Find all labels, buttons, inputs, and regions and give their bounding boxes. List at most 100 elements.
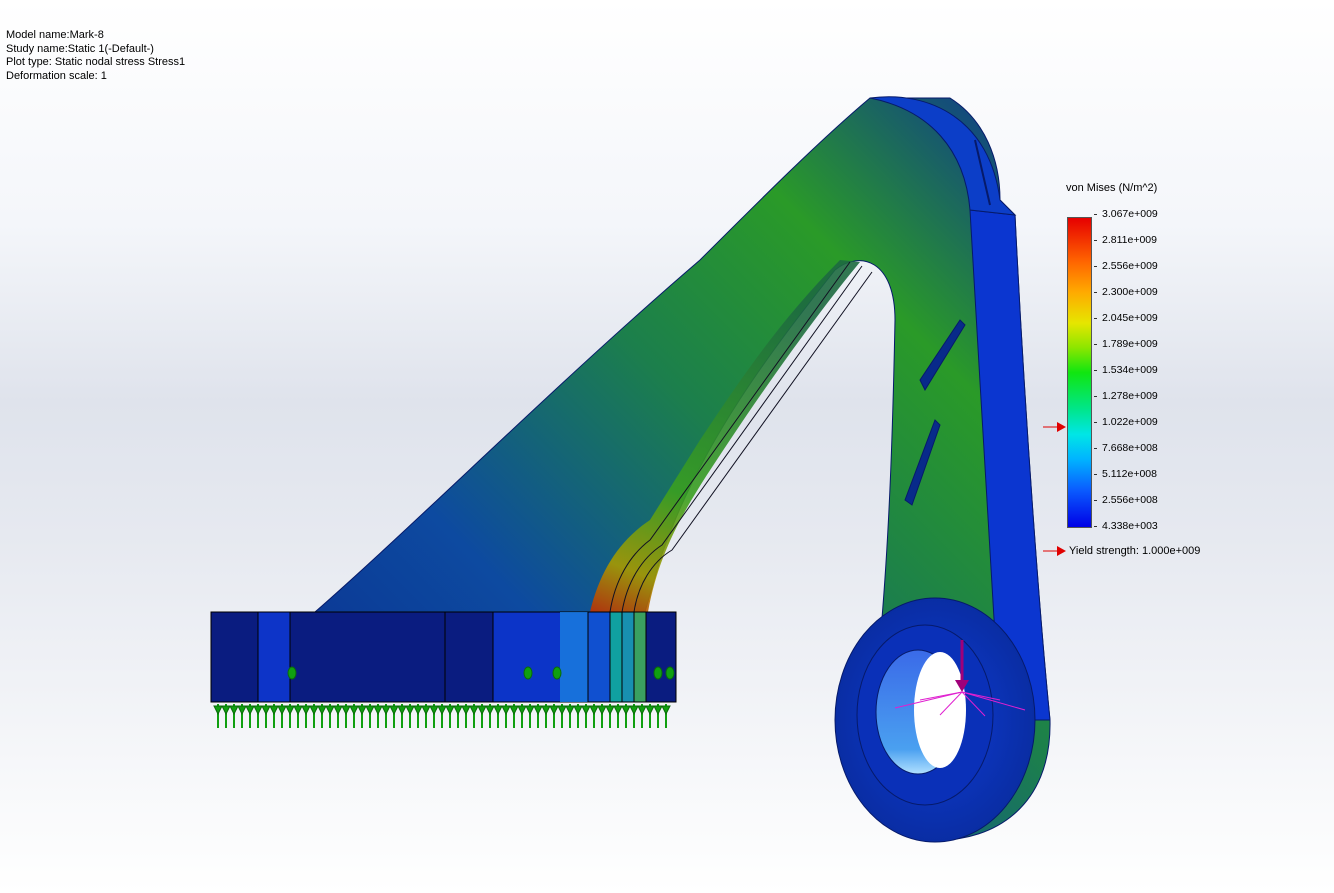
fixed-geometry-icon xyxy=(413,704,423,728)
legend-tick-label: 2.300e+009 xyxy=(1102,286,1158,298)
legend-tick-label: 4.338e+003 xyxy=(1102,520,1158,532)
fixed-geometry-icon xyxy=(645,704,655,728)
red-arrow-icon xyxy=(1043,546,1066,556)
legend-tick-mark xyxy=(1094,448,1097,449)
fixed-geometry-icon xyxy=(349,704,359,728)
base-strip xyxy=(633,611,647,703)
base-strip xyxy=(609,611,623,703)
fixed-geometry-icon xyxy=(665,666,675,680)
fixed-geometry-icon xyxy=(541,704,551,728)
legend-tick-mark xyxy=(1094,292,1097,293)
legend-tick-label: 2.045e+009 xyxy=(1102,312,1158,324)
colorbar xyxy=(1067,217,1092,528)
fixed-geometry-icon xyxy=(485,704,495,728)
fixed-geometry-icon xyxy=(589,704,599,728)
fixed-geometry-icon xyxy=(301,704,311,728)
legend-tick-label: 5.112e+008 xyxy=(1102,468,1157,480)
fixed-geometry-icon xyxy=(523,666,533,680)
fixed-geometry-icon xyxy=(629,704,639,728)
fixed-geometry-icon xyxy=(237,704,247,728)
legend-tick-label: 1.022e+009 xyxy=(1102,416,1158,428)
legend-tick-label: 1.789e+009 xyxy=(1102,338,1158,350)
legend-tick-mark xyxy=(1094,318,1097,319)
fixed-geometry-icon xyxy=(565,704,575,728)
fixed-geometry-icon xyxy=(653,704,663,728)
legend-tick-label: 2.556e+009 xyxy=(1102,260,1158,272)
legend-tick-mark xyxy=(1094,344,1097,345)
fixed-geometry-icon xyxy=(445,704,455,728)
fixed-geometry-icon xyxy=(261,704,271,728)
legend-tick-mark xyxy=(1094,396,1097,397)
fixed-geometry-icon xyxy=(493,704,503,728)
fixed-geometry-icon xyxy=(397,704,407,728)
legend-tick-mark xyxy=(1094,240,1097,241)
base-segment xyxy=(444,611,494,703)
fixed-geometry-icon xyxy=(277,704,287,728)
red-arrow-icon xyxy=(1043,422,1066,432)
fixed-geometry-icon xyxy=(405,704,415,728)
fixed-geometry-icon xyxy=(389,704,399,728)
fixed-geometry-icon xyxy=(501,704,511,728)
fixed-geometry-icon xyxy=(637,704,647,728)
fixed-geometry-icon xyxy=(253,704,263,728)
fixed-geometry-icon xyxy=(229,704,239,728)
legend-tick-mark xyxy=(1094,474,1097,475)
fixed-geometry-icon xyxy=(317,704,327,728)
fixed-geometry-icon xyxy=(341,704,351,728)
legend-tick-mark xyxy=(1094,500,1097,501)
lug-hole-inner xyxy=(914,652,966,768)
legend-title: von Mises (N/m^2) xyxy=(1066,182,1158,194)
legend-tick-label: 1.278e+009 xyxy=(1102,390,1158,402)
legend-tick-label: 2.556e+008 xyxy=(1102,494,1158,506)
fixed-geometry-icon xyxy=(549,704,559,728)
fixed-geometry-icon xyxy=(552,666,562,680)
fixed-geometry-icon xyxy=(333,704,343,728)
fixed-geometry-icon xyxy=(477,704,487,728)
legend-tick-mark xyxy=(1094,526,1097,527)
fixed-geometry-icon xyxy=(245,704,255,728)
legend-tick-mark xyxy=(1094,422,1097,423)
fixed-geometry-icon xyxy=(469,704,479,728)
yield-strength-label: Yield strength: 1.000e+009 xyxy=(1069,545,1201,557)
base-segment xyxy=(257,611,291,703)
fixed-geometry-icon xyxy=(293,704,303,728)
fixed-geometry-icon xyxy=(437,704,447,728)
fixed-geometry-icon xyxy=(605,704,615,728)
legend-tick-label: 7.668e+008 xyxy=(1102,442,1158,454)
fixed-geometry-icon xyxy=(221,704,231,728)
fixed-geometry-icon xyxy=(421,704,431,728)
fixed-geometry-icon xyxy=(269,704,279,728)
fixed-geometry-icon xyxy=(213,704,223,728)
legend-tick-label: 3.067e+009 xyxy=(1102,208,1158,220)
legend-tick-mark xyxy=(1094,266,1097,267)
legend-tick-label: 2.811e+009 xyxy=(1102,234,1157,246)
fixed-geometry-icon xyxy=(287,666,297,680)
fixed-geometry-icon xyxy=(325,704,335,728)
base-hotzone xyxy=(560,612,588,702)
fixed-geometry-icon xyxy=(373,704,383,728)
fixed-geometry-icon xyxy=(461,704,471,728)
fixed-geometry-icon xyxy=(429,704,439,728)
fixed-geometry-icon xyxy=(381,704,391,728)
fixed-geometry-icon xyxy=(573,704,583,728)
fixed-geometry-icon xyxy=(653,666,663,680)
legend-tick-mark xyxy=(1094,214,1097,215)
fixed-geometry-icon xyxy=(621,704,631,728)
fixed-geometry-icon xyxy=(517,704,527,728)
fixed-geometry-icon xyxy=(357,704,367,728)
fixed-geometry-icon xyxy=(581,704,591,728)
fixed-geometry-icon xyxy=(597,704,607,728)
legend-tick-mark xyxy=(1094,370,1097,371)
fixed-geometry-icon xyxy=(365,704,375,728)
legend-tick-label: 1.534e+009 xyxy=(1102,364,1158,376)
fixed-geometry-icon xyxy=(557,704,567,728)
fixed-geometry-icon xyxy=(525,704,535,728)
fixed-geometry-icon xyxy=(613,704,623,728)
fixed-geometry-icon xyxy=(453,704,463,728)
fixed-geometry-icon xyxy=(661,704,671,728)
fixed-geometry-icon xyxy=(533,704,543,728)
fixed-geometry-icon xyxy=(309,704,319,728)
base-strip xyxy=(621,611,635,703)
fixed-geometry-icon xyxy=(509,704,519,728)
fixed-geometry-icon xyxy=(285,704,295,728)
